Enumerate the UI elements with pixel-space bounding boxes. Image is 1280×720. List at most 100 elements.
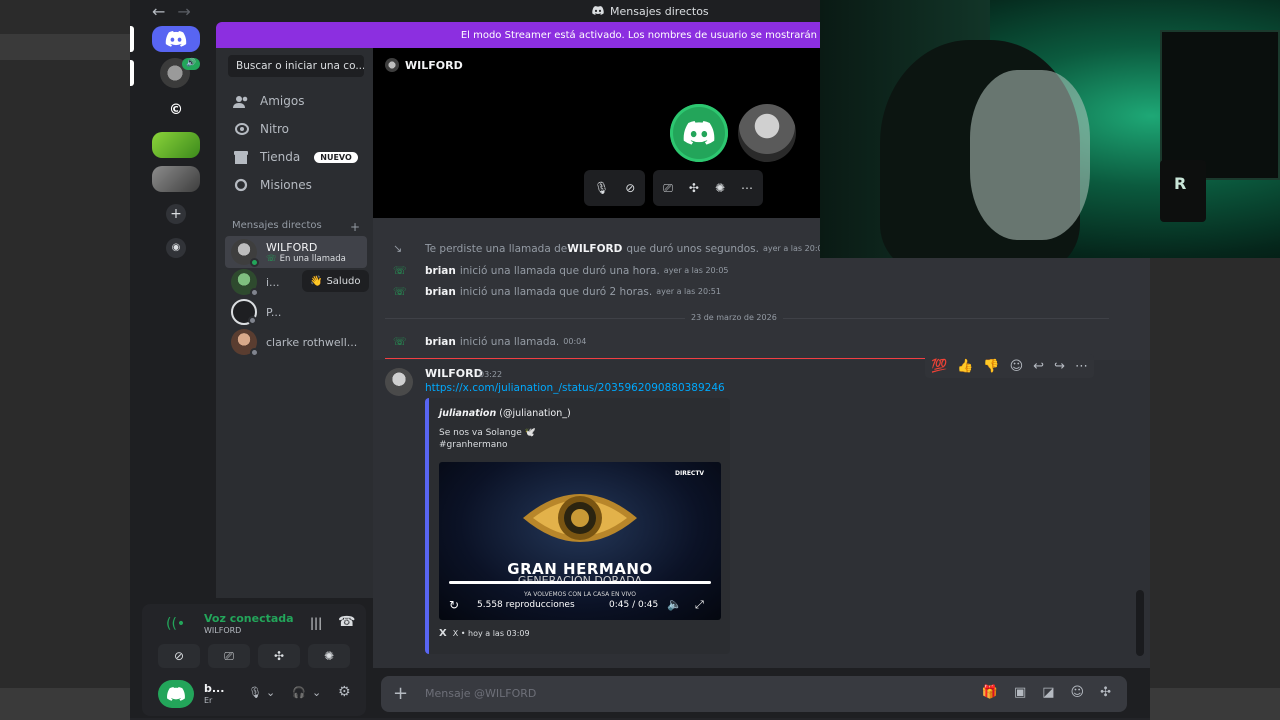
timestamp: ayer a las 20:04 bbox=[762, 244, 828, 253]
settings-gear-icon[interactable]: ⚙ bbox=[338, 684, 351, 700]
gift-icon[interactable]: 🎁 bbox=[982, 685, 998, 700]
chevron-down-icon[interactable]: ⌄ bbox=[312, 686, 321, 699]
self-call-tile[interactable] bbox=[670, 104, 728, 162]
activities-icon[interactable]: ✣ bbox=[689, 181, 699, 195]
share-screen-icon[interactable]: ⎚ bbox=[663, 181, 673, 196]
peer-call-tile[interactable] bbox=[738, 104, 796, 162]
server-icon-c[interactable]: © bbox=[152, 102, 200, 126]
dm-name: P... bbox=[266, 305, 282, 319]
camera-off-button[interactable]: ⊘ bbox=[158, 644, 200, 668]
message-avatar[interactable] bbox=[385, 368, 413, 396]
soundboard-button[interactable]: ✺ bbox=[308, 644, 350, 668]
home-button[interactable] bbox=[152, 26, 200, 52]
system-name[interactable]: brian bbox=[425, 265, 456, 277]
forward-icon[interactable]: ↪ bbox=[1054, 359, 1065, 374]
back-arrow-icon[interactable]: ← bbox=[152, 2, 165, 21]
message-timestamp: 03:22 bbox=[479, 370, 503, 379]
dm-item-i[interactable]: i... 👋 Saludo bbox=[225, 266, 369, 298]
reaction-thumbs-up[interactable]: 👍 bbox=[957, 359, 973, 374]
video-progress-bar[interactable] bbox=[449, 581, 711, 584]
nav-nitro[interactable]: Nitro bbox=[232, 122, 289, 136]
reaction-100[interactable]: 💯 bbox=[931, 359, 947, 374]
call-actions-group[interactable]: ⎚ ✣ ✺ ⋯ bbox=[653, 170, 764, 206]
dm-item-clarke[interactable]: clarke rothwell... bbox=[225, 326, 367, 358]
embed-video[interactable]: DIRECTV GRAN HERMANO GENERACIÓN DORADA Y… bbox=[439, 462, 721, 620]
microphone-icon[interactable]: 🎙 bbox=[248, 686, 262, 699]
emoji-icon[interactable]: ☺ bbox=[1071, 685, 1085, 700]
system-name[interactable]: brian bbox=[425, 286, 456, 298]
signal-icon[interactable]: ((• bbox=[166, 616, 185, 632]
user-avatar[interactable] bbox=[158, 680, 194, 708]
server-icon-green[interactable] bbox=[152, 132, 200, 158]
message-composer[interactable]: + Mensaje @WILFORD 🎁 ▣ ◪ ☺ ✣ bbox=[381, 676, 1127, 712]
discord-logo-icon bbox=[592, 5, 604, 18]
mic-control-group[interactable]: 🎙 ⊘ bbox=[584, 170, 646, 206]
voice-status[interactable]: Voz conectada bbox=[204, 612, 294, 625]
gif-icon[interactable]: ▣ bbox=[1014, 685, 1026, 700]
missed-call-icon: ↘ bbox=[393, 242, 403, 255]
add-attachment-icon[interactable]: + bbox=[393, 683, 408, 704]
camera-off-icon[interactable]: ⊘ bbox=[625, 181, 635, 195]
system-name[interactable]: WILFORD bbox=[567, 243, 622, 255]
video-time: 0:45 / 0:45 bbox=[609, 600, 659, 610]
search-input[interactable]: Buscar o iniciar una co... bbox=[228, 55, 364, 77]
nav-amigos[interactable]: Amigos bbox=[232, 94, 304, 108]
reaction-thumbs-down[interactable]: 👎 bbox=[983, 359, 999, 374]
volume-icon[interactable]: 🔈 bbox=[667, 597, 682, 611]
composer-placeholder[interactable]: Mensaje @WILFORD bbox=[425, 687, 536, 700]
nav-label: Tienda bbox=[260, 150, 301, 164]
message-link[interactable]: https://x.com/julianation_/status/203596… bbox=[425, 382, 725, 394]
dm-item-p[interactable]: P... bbox=[225, 296, 367, 328]
user-name[interactable]: b... bbox=[204, 682, 224, 695]
more-options-icon[interactable]: ⋯ bbox=[741, 181, 753, 195]
dm-name: i... bbox=[266, 275, 280, 289]
avatar bbox=[231, 239, 259, 267]
chevron-down-icon[interactable]: ⌄ bbox=[266, 686, 275, 699]
nav-misiones[interactable]: Misiones bbox=[232, 178, 312, 192]
noise-suppression-icon[interactable]: ||| bbox=[310, 616, 322, 630]
dm-section-header: Mensajes directos + bbox=[232, 220, 360, 234]
soundboard-icon[interactable]: ✺ bbox=[715, 181, 725, 195]
disconnect-icon[interactable]: ☎ bbox=[338, 614, 355, 630]
saludo-button[interactable]: 👋 Saludo bbox=[302, 270, 369, 292]
add-reaction-icon[interactable]: ☺ bbox=[1010, 359, 1024, 374]
add-server-icon[interactable]: + bbox=[166, 204, 186, 224]
system-name[interactable]: brian bbox=[425, 336, 456, 348]
server-icon-gray[interactable] bbox=[152, 166, 200, 192]
dm-item-wilford[interactable]: WILFORD ☏ En una llamada bbox=[225, 236, 367, 268]
message-author[interactable]: WILFORD bbox=[425, 367, 483, 380]
dm-header-label: Mensajes directos bbox=[232, 220, 322, 231]
nav-tienda[interactable]: Tienda NUEVO bbox=[232, 150, 358, 164]
camera-off-icon: ⊘ bbox=[173, 649, 185, 663]
call-controls: 🎙 ⊘ ⎚ ✣ ✺ ⋯ bbox=[584, 170, 764, 206]
embed-footer: X X • hoy a las 03:09 bbox=[439, 628, 530, 639]
quests-icon bbox=[232, 178, 250, 192]
phone-icon: ☏ bbox=[393, 285, 407, 298]
microphone-icon[interactable]: 🎙 bbox=[594, 181, 609, 195]
discover-icon[interactable]: ◉ bbox=[166, 238, 186, 258]
system-text: inició una llamada que duró 2 horas. bbox=[459, 285, 653, 298]
share-screen-button[interactable]: ⎚ bbox=[208, 644, 250, 668]
headphones-icon[interactable]: 🎧 bbox=[292, 686, 306, 699]
voice-user-panel: ((• Voz conectada WILFORD ||| ☎ ⊘ ⎚ ✣ ✺ … bbox=[142, 604, 366, 716]
forward-arrow-icon[interactable]: → bbox=[177, 2, 190, 21]
add-dm-icon[interactable]: + bbox=[350, 220, 360, 234]
more-options-icon[interactable]: ⋯ bbox=[1075, 359, 1088, 374]
system-text: Te perdiste una llamada de bbox=[425, 242, 568, 255]
scrollbar-thumb[interactable] bbox=[1136, 590, 1144, 656]
replay-icon[interactable]: ↻ bbox=[449, 598, 459, 612]
embed-author-name[interactable]: julianation bbox=[439, 408, 496, 419]
call-header: WILFORD bbox=[385, 58, 463, 72]
apps-icon[interactable]: ✣ bbox=[1100, 685, 1111, 700]
desktop-background-right bbox=[1150, 258, 1280, 720]
avatar bbox=[231, 299, 257, 325]
share-screen-icon: ⎚ bbox=[224, 648, 234, 663]
reply-icon[interactable]: ↩ bbox=[1033, 359, 1044, 374]
embed-hashtag[interactable]: #granhermano bbox=[439, 440, 507, 450]
fullscreen-icon[interactable]: ⤢ bbox=[695, 598, 704, 612]
system-text: que duró unos segundos. bbox=[626, 242, 759, 255]
system-text: inició una llamada que duró una hora. bbox=[459, 264, 660, 277]
embed-author[interactable]: julianation (@julianation_) bbox=[439, 408, 571, 419]
activities-button[interactable]: ✣ bbox=[258, 644, 300, 668]
sticker-icon[interactable]: ◪ bbox=[1042, 685, 1054, 700]
